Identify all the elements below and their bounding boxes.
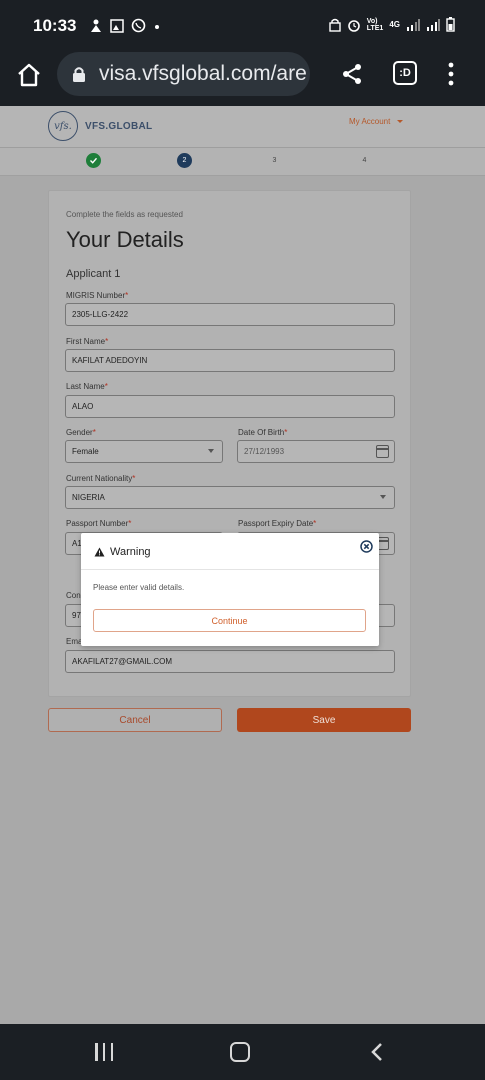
migris-label: MIGRIS Number* xyxy=(66,291,129,300)
save-button[interactable]: Save xyxy=(237,708,411,732)
last-name-label: Last Name* xyxy=(66,382,108,391)
volte-icon: Vo) LTE1 xyxy=(366,17,384,32)
my-account-label: My Account xyxy=(349,117,391,126)
back-icon[interactable] xyxy=(368,1042,388,1062)
chevron-down-icon xyxy=(380,495,386,499)
vpn-icon xyxy=(329,18,341,32)
page-title: Your Details xyxy=(66,227,184,252)
browser-toolbar: visa.vfsglobal.com/are :D xyxy=(0,50,485,106)
email-field[interactable]: AKAFILAT27@GMAIL.COM xyxy=(65,650,395,673)
home-nav-icon[interactable] xyxy=(230,1042,250,1062)
warning-icon xyxy=(94,547,105,557)
dialog-title: Warning xyxy=(110,546,151,558)
dob-label: Date Of Birth* xyxy=(238,428,288,437)
check-icon xyxy=(90,157,98,164)
gallery-icon xyxy=(109,18,124,33)
alarm-icon xyxy=(347,19,360,32)
step-3: 3 xyxy=(272,157,277,164)
share-icon[interactable] xyxy=(340,62,364,86)
email-label: Ema xyxy=(66,637,83,646)
nationality-label: Current Nationality* xyxy=(66,474,136,483)
site-header: vfs. VFS.GLOBAL My Account xyxy=(0,106,485,148)
progress-stepper: 2 3 4 xyxy=(0,148,485,176)
close-icon[interactable] xyxy=(360,540,373,553)
network-4g-icon: 4G xyxy=(389,20,400,29)
step-2: 2 xyxy=(177,153,192,168)
first-name-field[interactable]: KAFILAT ADEDOYIN xyxy=(65,349,395,372)
address-bar[interactable]: visa.vfsglobal.com/are xyxy=(57,52,310,96)
date-of-birth-field[interactable]: 27/12/1993 xyxy=(237,440,395,463)
chevron-down-icon xyxy=(208,449,214,453)
signal-icon xyxy=(407,18,420,31)
home-icon[interactable] xyxy=(16,62,42,88)
battery-icon xyxy=(446,17,455,32)
gender-select[interactable]: Female xyxy=(65,440,223,463)
my-account-menu[interactable]: My Account xyxy=(349,117,403,126)
dialog-header: Warning xyxy=(81,533,379,570)
more-menu-icon[interactable] xyxy=(447,61,455,87)
dob-value: 27/12/1993 xyxy=(244,447,285,456)
passport-label: Passport Number* xyxy=(66,519,132,528)
first-name-label: First Name* xyxy=(66,337,109,346)
warning-dialog: Warning Please enter valid details. Cont… xyxy=(81,533,379,646)
url-text: visa.vfsglobal.com/are xyxy=(99,62,307,85)
status-bar: 10:33 Vo) LTE1 4G xyxy=(0,0,485,50)
system-nav-bar xyxy=(0,1024,485,1080)
step-1 xyxy=(86,153,101,168)
continue-button[interactable]: Continue xyxy=(93,609,366,632)
status-notification-icons xyxy=(90,17,160,33)
signal-icon-2 xyxy=(427,18,440,31)
tabs-icon[interactable]: :D xyxy=(393,61,417,85)
status-right-icons: Vo) LTE1 4G xyxy=(329,17,455,32)
logo-text: VFS.GLOBAL xyxy=(85,121,153,132)
cancel-button[interactable]: Cancel xyxy=(48,708,222,732)
migris-number-field[interactable]: 2305-LLG-2422 xyxy=(65,303,395,326)
chevron-down-icon xyxy=(396,120,403,124)
dot-icon xyxy=(154,24,159,29)
gender-value: Female xyxy=(72,447,99,456)
calendar-icon[interactable] xyxy=(376,445,389,458)
gender-label: Gender* xyxy=(66,428,96,437)
web-page: vfs. VFS.GLOBAL My Account 2 3 4 Complet… xyxy=(0,106,485,1024)
dialog-message: Please enter valid details. xyxy=(93,583,185,592)
logo-mark: vfs. xyxy=(54,120,72,132)
nationality-select[interactable]: NIGERIA xyxy=(65,486,395,509)
contact-label: Con xyxy=(66,591,81,600)
step-4: 4 xyxy=(362,157,367,164)
lock-icon xyxy=(73,67,85,82)
applicant-heading: Applicant 1 xyxy=(66,268,121,280)
last-name-field[interactable]: ALAO xyxy=(65,395,395,418)
whatsapp-icon xyxy=(131,18,146,33)
nationality-value: NIGERIA xyxy=(72,493,105,502)
vfs-logo-icon[interactable]: vfs. xyxy=(48,111,78,141)
recent-apps-icon[interactable] xyxy=(95,1043,113,1061)
status-time: 10:33 xyxy=(33,16,77,35)
tabs-label: :D xyxy=(399,67,411,79)
form-hint: Complete the fields as requested xyxy=(66,210,183,219)
notification-icon xyxy=(91,19,101,32)
passport-expiry-label: Passport Expiry Date* xyxy=(238,519,317,528)
